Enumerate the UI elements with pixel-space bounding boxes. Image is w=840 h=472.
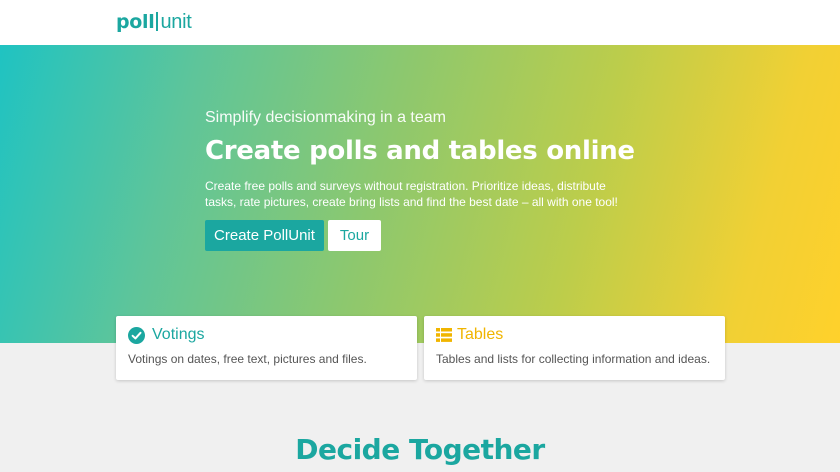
votings-card-text: Votings on dates, free text, pictures an… <box>128 352 367 366</box>
logo-text-unit: unit <box>160 11 192 33</box>
create-pollunit-button[interactable]: Create PollUnit <box>205 220 324 251</box>
hero-description: Create free polls and surveys without re… <box>205 179 618 209</box>
tour-button[interactable]: Tour <box>328 220 381 251</box>
check-circle-icon <box>128 327 145 348</box>
decide-together-heading: Decide Together <box>295 433 545 466</box>
logo-divider <box>156 12 159 31</box>
votings-card[interactable]: Votings Votings on dates, free text, pic… <box>116 316 417 380</box>
tables-card-title: Tables <box>457 326 504 343</box>
pollunit-logo[interactable]: poll unit <box>116 11 192 34</box>
tables-card-text: Tables and lists for collecting informat… <box>436 352 711 366</box>
hero-tagline: Simplify decisionmaking in a team <box>205 109 446 126</box>
top-navbar: poll unit <box>0 0 840 45</box>
logo-text-poll: poll <box>116 11 155 33</box>
table-list-icon <box>436 327 452 347</box>
votings-card-title: Votings <box>152 326 205 343</box>
tables-card[interactable]: Tables Tables and lists for collecting i… <box>424 316 725 380</box>
hero-headline: Create polls and tables online <box>205 136 635 166</box>
